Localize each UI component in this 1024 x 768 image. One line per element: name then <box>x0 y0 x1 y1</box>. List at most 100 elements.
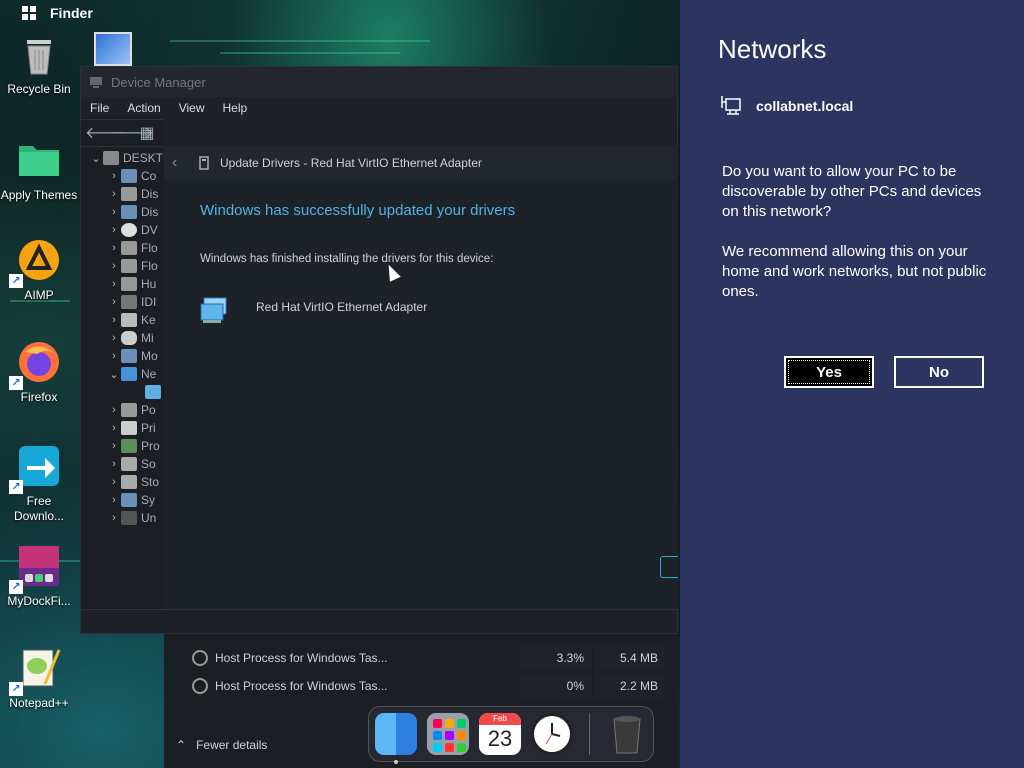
tree-item[interactable]: › Flo <box>81 257 165 275</box>
back-chevron-icon[interactable]: ‹ <box>172 154 188 172</box>
chevron-right-icon[interactable]: › <box>107 260 121 272</box>
chevron-right-icon[interactable]: › <box>107 422 121 434</box>
device-category-icon <box>121 277 137 291</box>
tree-item[interactable]: › Sto <box>81 473 165 491</box>
finder-icon[interactable] <box>375 713 417 764</box>
dialog-header-title: Update Drivers - Red Hat VirtIO Ethernet… <box>220 156 482 170</box>
tree-item[interactable]: › So <box>81 455 165 473</box>
tree-item[interactable]: › Mi <box>81 329 165 347</box>
tree-item[interactable]: › Ke <box>81 311 165 329</box>
dialog-header: ‹ Update Drivers - Red Hat VirtIO Ethern… <box>164 146 678 180</box>
desktop-icon-recycle-bin[interactable]: Recycle Bin <box>0 30 78 97</box>
menu-view[interactable]: View <box>179 101 205 115</box>
chevron-right-icon[interactable]: › <box>107 476 121 488</box>
process-row[interactable]: Host Process for Windows Tas... 0% 2.2 M… <box>164 673 678 699</box>
calendar-day: 23 <box>487 726 513 751</box>
fewer-details-button[interactable]: ⌃ Fewer details <box>176 738 267 752</box>
chevron-right-icon[interactable]: › <box>107 494 121 506</box>
toolbar: 🡐 🡒 ▦ <box>81 119 163 147</box>
desktop-icon-label: AIMP <box>24 288 54 302</box>
yes-button[interactable]: Yes <box>784 356 874 388</box>
desktop-icon-apply-themes[interactable]: Apply Themes <box>0 136 78 203</box>
tree-item-child[interactable] <box>81 383 165 401</box>
device-manager-titlebar[interactable]: Device Manager <box>81 67 677 97</box>
tree-label: DESKT <box>123 151 164 165</box>
menu-help[interactable]: Help <box>223 101 248 115</box>
firefox-icon: ↗ <box>9 338 63 390</box>
close-button[interactable] <box>660 556 678 578</box>
desktop-icon-firefox[interactable]: ↗ Firefox <box>0 338 78 405</box>
tree-root[interactable]: ⌄ DESKT <box>81 149 165 167</box>
tree-item[interactable]: › Mo <box>81 347 165 365</box>
clock-icon[interactable] <box>531 713 573 755</box>
shortcut-arrow-icon: ↗ <box>9 376 23 390</box>
tree-item[interactable]: › Hu <box>81 275 165 293</box>
trash-icon[interactable] <box>606 713 648 755</box>
chevron-right-icon[interactable]: › <box>107 404 121 416</box>
tree-label: DV <box>141 223 158 237</box>
processor-icon <box>121 439 137 453</box>
tree-item[interactable]: › Flo <box>81 239 165 257</box>
chevron-down-icon[interactable]: ⌄ <box>89 152 103 165</box>
tree-label: Flo <box>141 259 158 273</box>
back-arrow-icon[interactable]: 🡐 <box>85 123 128 143</box>
chevron-right-icon[interactable]: › <box>107 512 121 524</box>
chevron-right-icon[interactable]: › <box>107 350 121 362</box>
chevron-right-icon[interactable]: › <box>107 314 121 326</box>
desktop-icon-notepadpp[interactable]: ↗ Notepad++ <box>0 644 78 711</box>
chevron-right-icon[interactable]: › <box>107 170 121 182</box>
tree-label: IDI <box>141 295 157 309</box>
process-row[interactable]: Host Process for Windows Tas... 3.3% 5.4… <box>164 645 678 671</box>
running-indicator <box>394 760 398 764</box>
tree-item[interactable]: › IDI <box>81 293 165 311</box>
properties-icon[interactable]: ▦ <box>137 123 157 143</box>
tree-item[interactable]: › Pri <box>81 419 165 437</box>
chevron-right-icon[interactable]: › <box>107 440 121 452</box>
desktop-icon-free-download[interactable]: ↗ Free Downlo... <box>0 442 78 524</box>
tree-item[interactable]: › DV <box>81 221 165 239</box>
chevron-down-icon[interactable]: ⌄ <box>107 368 121 381</box>
windows-logo-icon[interactable] <box>22 6 36 20</box>
no-button[interactable]: No <box>894 356 984 388</box>
tree-item[interactable]: › Dis <box>81 203 165 221</box>
tree-item[interactable]: › Dis <box>81 185 165 203</box>
tree-label: Ne <box>141 367 157 381</box>
tree-item[interactable]: › Po <box>81 401 165 419</box>
menu-action[interactable]: Action <box>127 101 160 115</box>
chevron-right-icon[interactable]: › <box>107 296 121 308</box>
chevron-right-icon[interactable]: › <box>107 224 121 236</box>
active-app-title[interactable]: Finder <box>50 5 93 21</box>
tree-label: Pri <box>141 421 156 435</box>
device-manager-icon <box>90 77 102 88</box>
tree-label: Dis <box>141 205 159 219</box>
dialog-description: Windows has finished installing the driv… <box>200 253 494 265</box>
launchpad-icon[interactable] <box>427 713 469 755</box>
desktop-icon-label: Free Downlo... <box>13 494 65 523</box>
tree-label: Co <box>141 169 157 183</box>
chevron-right-icon[interactable]: › <box>107 242 121 254</box>
chevron-right-icon[interactable]: › <box>107 458 121 470</box>
chevron-right-icon[interactable]: › <box>107 206 121 218</box>
tree-item[interactable]: › Sy <box>81 491 165 509</box>
chevron-right-icon[interactable]: › <box>107 188 121 200</box>
chevron-right-icon[interactable]: › <box>107 332 121 344</box>
download-manager-icon: ↗ <box>9 442 63 494</box>
tree-item[interactable]: › Co <box>81 167 165 185</box>
tree-item[interactable]: ⌄ Ne <box>81 365 165 383</box>
discoverable-question: Do you want to allow your PC to be disco… <box>722 163 982 220</box>
dock: Feb 23 <box>368 706 654 764</box>
tree-item[interactable]: › Pro <box>81 437 165 455</box>
calendar-icon[interactable]: Feb 23 <box>479 713 521 755</box>
device-category-icon <box>121 259 137 273</box>
fewer-details-label: Fewer details <box>196 738 268 752</box>
forward-arrow-icon[interactable]: 🡒 <box>111 123 154 143</box>
partial-desktop-icon[interactable] <box>94 32 132 66</box>
desktop-icon-aimp[interactable]: ↗ AIMP <box>0 236 78 303</box>
process-memory: 5.4 MB <box>594 645 664 671</box>
tree-item[interactable]: › Un <box>81 509 165 527</box>
chevron-right-icon[interactable]: › <box>107 278 121 290</box>
recycle-bin-icon <box>15 30 63 78</box>
monitor-icon <box>121 349 137 363</box>
desktop-icon-mydockfinder[interactable]: ↗ MyDockFi... <box>0 542 78 609</box>
menu-file[interactable]: File <box>90 101 109 115</box>
